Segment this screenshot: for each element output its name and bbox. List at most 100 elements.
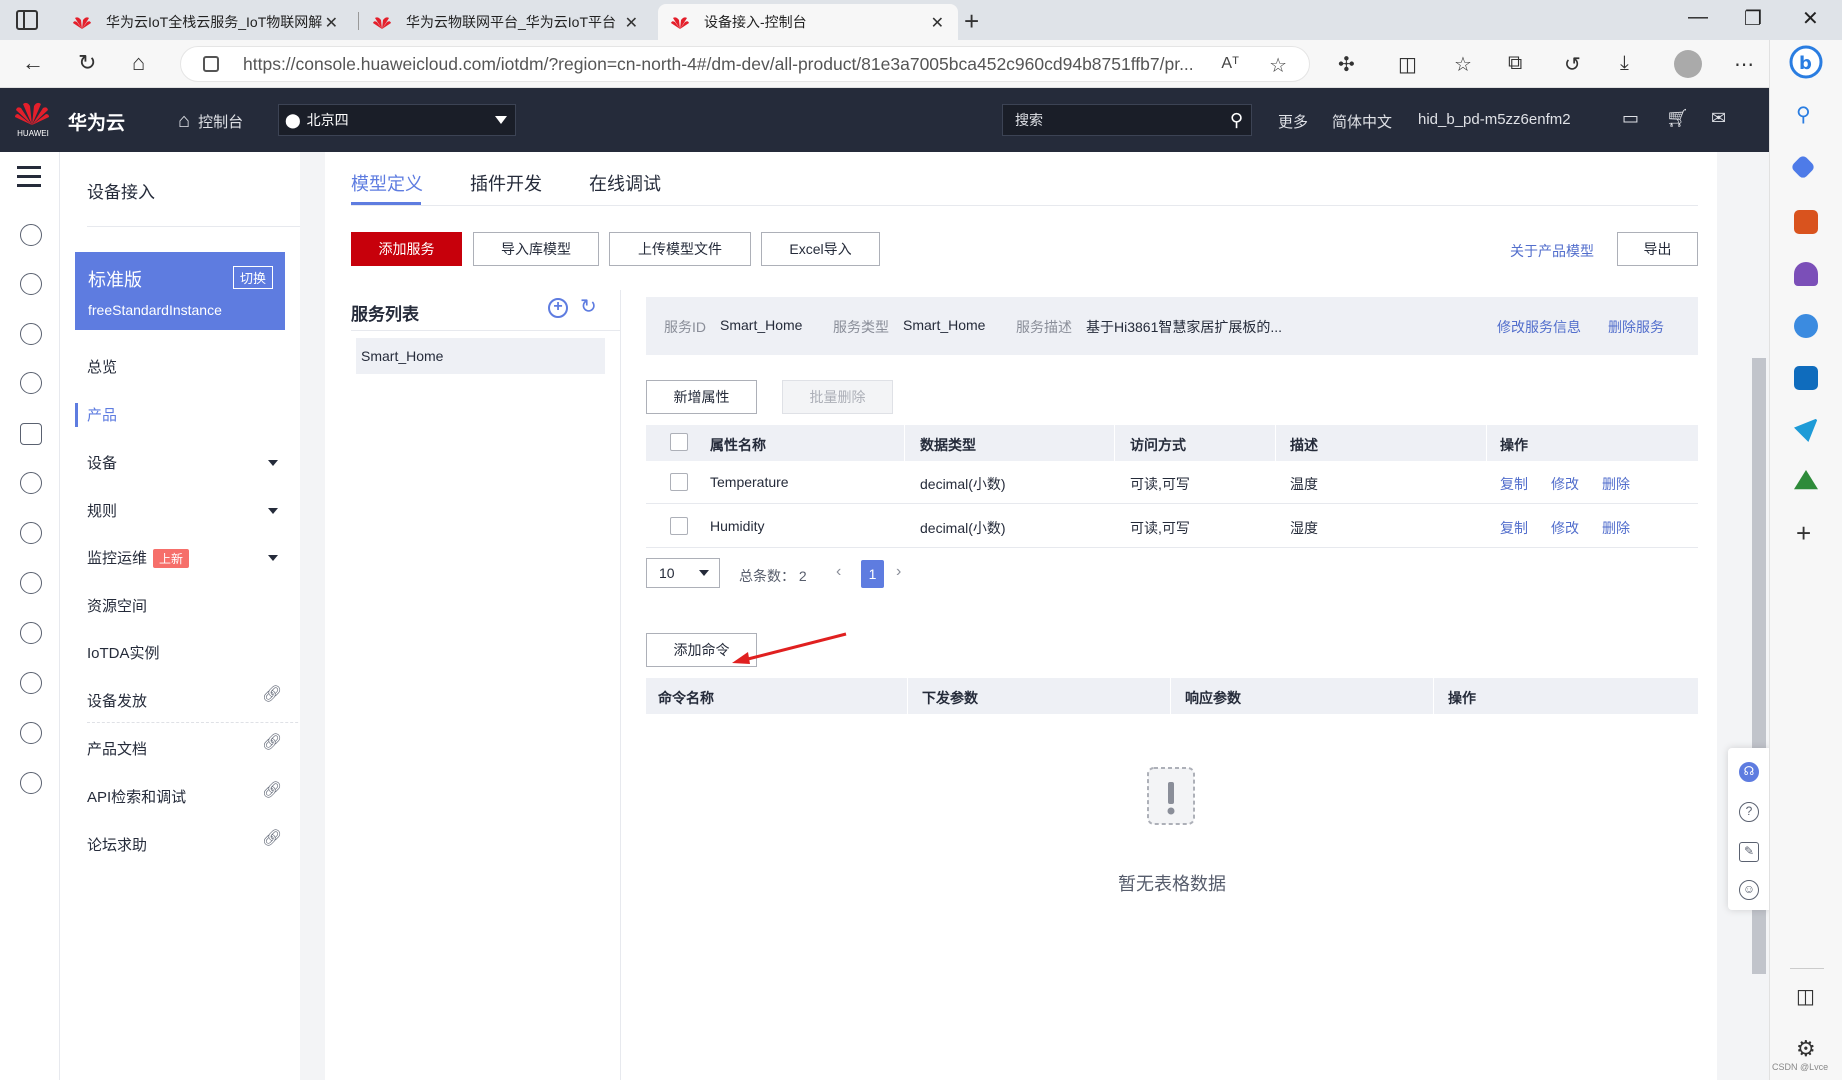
external-link-icon[interactable]: 🔗︎ [262, 780, 282, 800]
sidebar-item-provisioning[interactable]: 设备发放 [87, 690, 147, 711]
copy-link[interactable]: 复制 [1500, 474, 1528, 494]
url-field[interactable]: https://console.huaweicloud.com/iotdm/?r… [180, 46, 1310, 82]
customer-service-icon[interactable]: ☊ [1739, 762, 1759, 782]
browser-tab[interactable]: 华为云IoT全栈云服务_IoT物联网解 ✕ [60, 4, 352, 40]
sidebar-item-monitoring[interactable]: 监控运维 上新 [87, 547, 190, 568]
sidebar-item-iotda-instance[interactable]: IoTDA实例 [87, 642, 160, 663]
add-property-button[interactable]: 新增属性 [646, 380, 757, 414]
sidebar-item-devices[interactable]: 设备 [87, 452, 117, 473]
settings-gear-icon[interactable]: ⚙ [1796, 1036, 1816, 1062]
cart-icon[interactable]: 🛒︎ [1666, 108, 1689, 129]
language-menu[interactable]: 简体中文 [1332, 111, 1392, 132]
service-icon[interactable] [20, 722, 42, 744]
service-icon[interactable] [20, 572, 42, 594]
service-icon[interactable] [20, 672, 42, 694]
read-aloud-icon[interactable]: Aᵀ [1221, 55, 1239, 73]
external-link-icon[interactable]: 🔗︎ [262, 732, 282, 752]
service-icon[interactable] [20, 472, 42, 494]
edit-link[interactable]: 修改 [1551, 518, 1579, 538]
import-library-model-button[interactable]: 导入库模型 [473, 232, 599, 266]
split-screen-icon[interactable]: ◫ [1398, 52, 1417, 77]
games-icon[interactable] [1794, 262, 1818, 286]
service-icon[interactable] [20, 323, 42, 345]
current-page[interactable]: 1 [861, 560, 884, 588]
sidebar-item-resource-space[interactable]: 资源空间 [87, 595, 147, 616]
refresh-icon[interactable]: ↻ [78, 50, 96, 76]
sidebar-item-docs[interactable]: 产品文档 [87, 738, 147, 759]
add-favorite-icon[interactable]: ☆ [1269, 53, 1287, 78]
switch-instance-button[interactable]: 切换 [232, 266, 273, 289]
select-all-checkbox[interactable] [670, 433, 688, 451]
close-tab-icon[interactable]: ✕ [625, 13, 638, 33]
delete-link[interactable]: 删除 [1602, 474, 1630, 494]
delete-service-link[interactable]: 删除服务 [1608, 317, 1664, 337]
service-list-item[interactable]: Smart_Home [356, 338, 605, 374]
more-menu[interactable]: 更多 [1278, 111, 1308, 132]
edit-link[interactable]: 修改 [1551, 474, 1579, 494]
console-home-link[interactable]: ⌂ 控制台 [178, 110, 243, 133]
add-icon[interactable]: + [1796, 518, 1811, 549]
search-icon[interactable]: ⚲ [1796, 102, 1811, 127]
export-button[interactable]: 导出 [1617, 232, 1698, 266]
sidebar-item-products[interactable]: 产品 [87, 404, 117, 425]
favorites-icon[interactable]: ☆ [1454, 52, 1472, 77]
download-icon[interactable]: ⤓ [1620, 52, 1629, 75]
service-icon[interactable] [20, 273, 42, 295]
tab-model-definition[interactable]: 模型定义 [351, 170, 423, 196]
smile-icon[interactable]: ☺ [1739, 880, 1759, 900]
minimize-icon[interactable]: — [1688, 6, 1708, 29]
send-icon[interactable] [1794, 418, 1818, 442]
delete-link[interactable]: 删除 [1602, 518, 1630, 538]
tab-actions-icon[interactable] [16, 10, 38, 30]
tree-icon[interactable] [1794, 470, 1818, 490]
browser-tab[interactable]: 华为云物联网平台_华为云IoT平台 ✕ [360, 4, 652, 40]
lock-icon[interactable] [203, 56, 219, 72]
about-product-model-link[interactable]: 关于产品模型 [1510, 241, 1594, 261]
history-icon[interactable]: ↺ [1564, 52, 1581, 77]
brand-name[interactable]: 华为云 [68, 108, 125, 135]
cloud-shell-icon[interactable]: ▭ [1622, 108, 1639, 129]
region-select[interactable]: ⬤ 北京四 [278, 104, 516, 136]
search-icon[interactable]: ⚲ [1230, 110, 1243, 131]
chevron-left-icon[interactable]: ‹ [836, 563, 841, 581]
chevron-right-icon[interactable]: › [896, 563, 901, 581]
huawei-logo[interactable]: HUAWEI [14, 100, 52, 140]
sidebar-item-api-explorer[interactable]: API检索和调试 [87, 786, 186, 807]
tools-icon[interactable] [1794, 210, 1818, 234]
add-service-button[interactable]: 添加服务 [351, 232, 462, 266]
service-icon[interactable] [20, 522, 42, 544]
chevron-down-icon[interactable] [268, 508, 278, 514]
home-icon[interactable]: ⌂ [132, 50, 145, 76]
edit-service-link[interactable]: 修改服务信息 [1497, 317, 1581, 337]
close-tab-icon[interactable]: ✕ [931, 13, 944, 33]
help-icon[interactable]: ? [1739, 802, 1759, 822]
close-window-icon[interactable]: ✕ [1802, 6, 1819, 31]
mail-icon[interactable]: ✉ [1711, 108, 1726, 129]
add-service-icon[interactable]: + [548, 298, 568, 318]
sidebar-item-rules[interactable]: 规则 [87, 500, 117, 521]
outlook-icon[interactable] [1794, 366, 1818, 390]
feedback-icon[interactable]: ✎ [1739, 842, 1759, 862]
external-link-icon[interactable]: 🔗︎ [262, 684, 282, 704]
user-menu[interactable]: hid_b_pd-m5zz6enfm2 [1418, 111, 1571, 128]
sidebar-item-overview[interactable]: 总览 [87, 356, 117, 377]
sidebar-toggle-icon[interactable]: ◫ [1796, 984, 1815, 1009]
batch-delete-button[interactable]: 批量删除 [782, 380, 893, 414]
profile-avatar[interactable] [1674, 50, 1702, 78]
external-link-icon[interactable]: 🔗︎ [262, 828, 282, 848]
service-icon[interactable] [20, 224, 42, 246]
browser-tab-active[interactable]: 设备接入-控制台 ✕ [658, 4, 958, 40]
row-checkbox[interactable] [670, 473, 688, 491]
row-checkbox[interactable] [670, 517, 688, 535]
shopping-tag-icon[interactable] [1790, 154, 1816, 180]
chevron-down-icon[interactable] [268, 460, 278, 466]
tab-plugin-development[interactable]: 插件开发 [470, 170, 542, 196]
service-icon[interactable] [20, 372, 42, 394]
sidebar-item-forum[interactable]: 论坛求助 [87, 834, 147, 855]
more-menu-icon[interactable]: ⋯ [1734, 52, 1754, 77]
back-icon[interactable]: ← [22, 50, 44, 76]
new-tab-icon[interactable]: + [964, 6, 979, 37]
page-size-select[interactable]: 10 [646, 558, 720, 588]
hamburger-menu-icon[interactable] [17, 166, 41, 193]
collections-icon[interactable]: ⧉ [1508, 52, 1522, 75]
